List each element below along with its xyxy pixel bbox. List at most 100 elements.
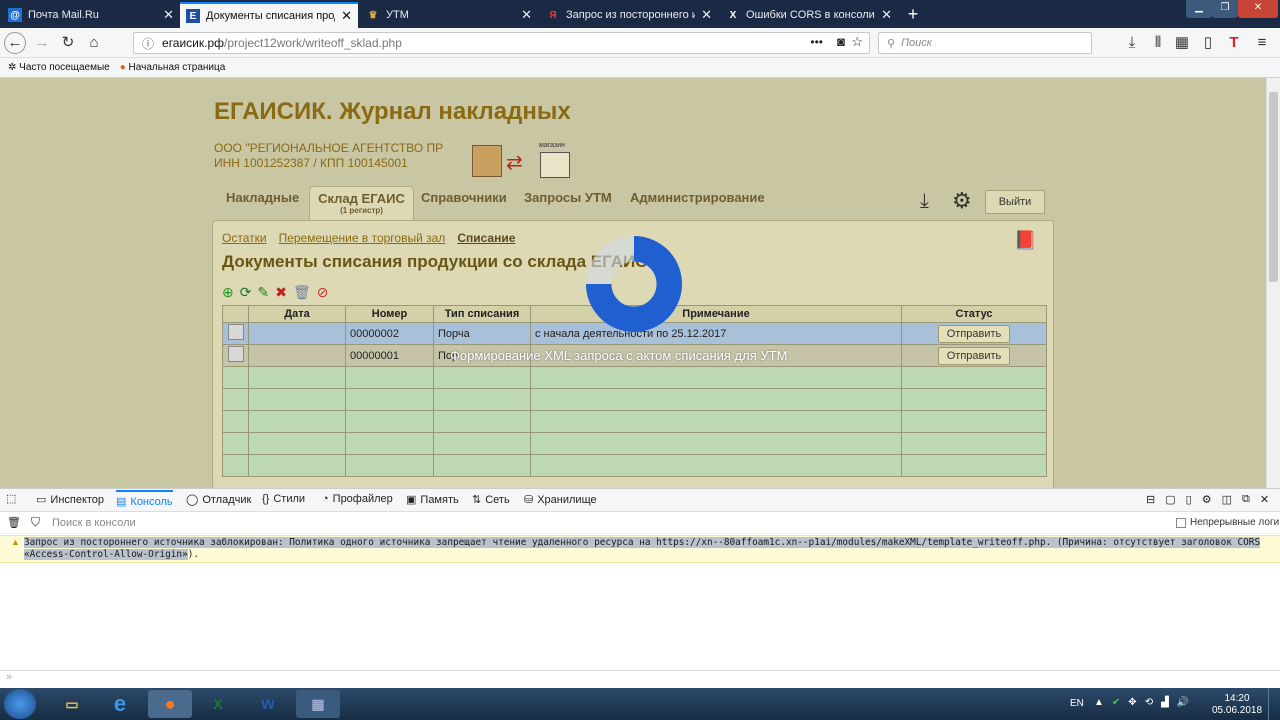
remote-app-icon[interactable]: ▦ xyxy=(296,690,340,718)
tab-console[interactable]: ▤ Консоль xyxy=(116,490,173,508)
pocket-icon[interactable]: ◙ xyxy=(837,34,845,49)
cancel-icon[interactable]: ⊘ xyxy=(317,284,329,301)
forward-icon[interactable]: → xyxy=(32,33,52,53)
nav-tab-admin[interactable]: Администрирование xyxy=(622,186,773,221)
col-type[interactable]: Тип списания xyxy=(433,305,531,323)
col-status[interactable]: Статус xyxy=(901,305,1047,323)
tab-memory[interactable]: ▣ Память xyxy=(406,493,459,507)
responsive-icon[interactable]: ▯ xyxy=(1186,493,1192,506)
page-scrollbar[interactable] xyxy=(1266,78,1280,488)
close-icon[interactable]: ✕ xyxy=(521,7,532,23)
tab-network[interactable]: ⇅ Сеть xyxy=(472,493,510,507)
dock-icon[interactable]: ⊟ xyxy=(1146,493,1155,506)
explorer-icon[interactable]: ▭ xyxy=(50,690,94,718)
language-indicator[interactable]: EN xyxy=(1070,698,1084,709)
col-number[interactable]: Номер xyxy=(345,305,434,323)
show-desktop-button[interactable] xyxy=(1268,688,1280,720)
document-icon[interactable] xyxy=(227,324,244,340)
network-signal-icon[interactable]: ▟ xyxy=(1161,697,1169,708)
library-icon[interactable]: ⫴ xyxy=(1148,33,1168,53)
nav-tab-warehouse[interactable]: Склад ЕГАИС (1 регистр) xyxy=(309,186,414,221)
close-icon[interactable]: ✕ xyxy=(163,7,174,23)
dropbox-icon[interactable]: ✥ xyxy=(1128,697,1136,708)
tab-styles[interactable]: {} Стили xyxy=(262,493,305,505)
menu-icon[interactable]: ≡ xyxy=(1252,33,1272,53)
start-button[interactable] xyxy=(4,689,36,719)
minimize-button[interactable]: ▁ xyxy=(1186,0,1212,18)
send-button[interactable]: Отправить xyxy=(937,346,1011,365)
col-date[interactable]: Дата xyxy=(248,305,346,323)
help-book-icon[interactable]: 📕 xyxy=(1014,230,1036,251)
downloads-icon[interactable]: ⤓ xyxy=(1122,33,1142,53)
tray-app-icon[interactable]: ✔ xyxy=(1112,697,1120,708)
tab-inspector[interactable]: ▭ Инспектор xyxy=(36,493,104,507)
restore-button[interactable]: ❐ xyxy=(1212,0,1238,18)
close-icon[interactable]: ✕ xyxy=(701,7,712,23)
url-bar[interactable]: ⓘ егаисик.рф /project12work/writeoff_skl… xyxy=(133,32,870,54)
filter-icon[interactable]: ⛉ xyxy=(31,515,40,530)
bookmark-most-visited[interactable]: ✲ Часто посещаемые xyxy=(8,62,110,73)
tray-arrow-icon[interactable]: ▲ xyxy=(1094,697,1104,708)
firefox-taskbar-icon[interactable]: ● xyxy=(148,690,192,718)
tab-debugger[interactable]: ◯ Отладчик xyxy=(186,493,251,507)
trash-icon[interactable]: 🗑 xyxy=(293,284,311,301)
devtools-close-icon[interactable]: ✕ xyxy=(1260,493,1269,506)
extension-icon[interactable]: ▦ xyxy=(1172,33,1192,53)
nav-tab-utm-requests[interactable]: Запросы УТМ xyxy=(516,186,620,221)
download-icon[interactable]: ⤓ xyxy=(920,190,929,213)
word-icon[interactable]: W xyxy=(246,690,290,718)
link-writeoff[interactable]: Списание xyxy=(457,231,515,245)
tab-utm[interactable]: ♛ УТМ ✕ xyxy=(360,2,538,28)
bookmark-star-icon[interactable]: ☆ xyxy=(851,34,863,50)
tab-mail[interactable]: @ Почта Mail.Ru ✕ xyxy=(2,2,180,28)
volume-icon[interactable]: 🔊 xyxy=(1177,697,1189,708)
warning-icon: ▲ xyxy=(11,537,20,547)
clear-console-icon[interactable]: 🗑 xyxy=(7,516,21,529)
translate-icon[interactable]: T xyxy=(1224,33,1244,53)
settings-gear-icon[interactable]: ⚙ xyxy=(952,188,972,214)
nav-tab-invoices[interactable]: Накладные xyxy=(218,186,307,221)
popout-icon[interactable]: ⧉ xyxy=(1242,493,1250,506)
console-message[interactable]: Запрос из постороннего источника заблоки… xyxy=(24,537,1264,561)
persist-logs-checkbox[interactable]: Непрерывные логи xyxy=(1176,517,1279,528)
ie-icon[interactable]: e xyxy=(98,690,142,718)
page-actions-icon[interactable]: ••• xyxy=(810,35,823,49)
refresh-icon[interactable]: ⟳ xyxy=(240,284,252,301)
link-transfer[interactable]: Перемещение в торговый зал xyxy=(279,231,446,245)
nav-tab-references[interactable]: Справочники xyxy=(413,186,515,221)
console-input[interactable]: » xyxy=(0,670,1280,688)
taskbar-clock[interactable]: 14:20 05.06.2018 xyxy=(1212,693,1262,717)
delete-item-icon[interactable]: ✖ xyxy=(275,284,287,301)
tab-yandex[interactable]: Я Запрос из постороннего исто ✕ xyxy=(540,2,718,28)
sidebar-icon[interactable]: ▯ xyxy=(1198,33,1218,53)
link-remains[interactable]: Остатки xyxy=(222,231,267,245)
close-icon[interactable]: ✕ xyxy=(341,8,352,24)
checkbox-box[interactable] xyxy=(1176,517,1186,528)
console-filter-input[interactable]: Поиск в консоли xyxy=(52,517,136,529)
add-icon[interactable]: ⊕ xyxy=(222,284,234,301)
send-button[interactable]: Отправить xyxy=(937,324,1011,343)
tab-storage[interactable]: ⛁ Хранилище xyxy=(524,493,597,507)
new-tab-button[interactable]: + xyxy=(902,3,924,25)
tray-sync-icon[interactable]: ⟲ xyxy=(1145,697,1153,708)
scrollbar-thumb[interactable] xyxy=(1269,92,1278,282)
devtools-settings-icon[interactable]: ⚙ xyxy=(1202,493,1212,506)
document-icon[interactable] xyxy=(227,346,244,362)
home-icon[interactable]: ⌂ xyxy=(84,33,104,53)
back-icon[interactable]: ← xyxy=(4,32,26,54)
edit-pencil-icon[interactable]: ✎ xyxy=(257,284,269,301)
reload-icon[interactable]: ↻ xyxy=(58,33,78,53)
tab-cors[interactable]: X Ошибки CORS в консоли бра ✕ xyxy=(720,2,898,28)
element-picker-icon[interactable]: ⬚ xyxy=(6,492,16,505)
tab-profiler[interactable]: ◔ Профайлер xyxy=(322,493,393,505)
frame-icon[interactable]: ▢ xyxy=(1165,493,1175,506)
dock-side-icon[interactable]: ◫ xyxy=(1222,493,1232,506)
search-input[interactable]: ⚲ Поиск xyxy=(878,32,1092,54)
info-icon[interactable]: ⓘ xyxy=(142,35,154,52)
close-icon[interactable]: ✕ xyxy=(881,7,892,23)
logout-button[interactable]: Выйти xyxy=(985,190,1045,214)
bookmark-start-page[interactable]: ● Начальная страница xyxy=(120,62,226,73)
window-close-button[interactable]: ✕ xyxy=(1238,0,1278,18)
excel-icon[interactable]: X xyxy=(196,690,240,718)
tab-writeoff[interactable]: E Документы списания продукц ✕ xyxy=(180,2,358,28)
